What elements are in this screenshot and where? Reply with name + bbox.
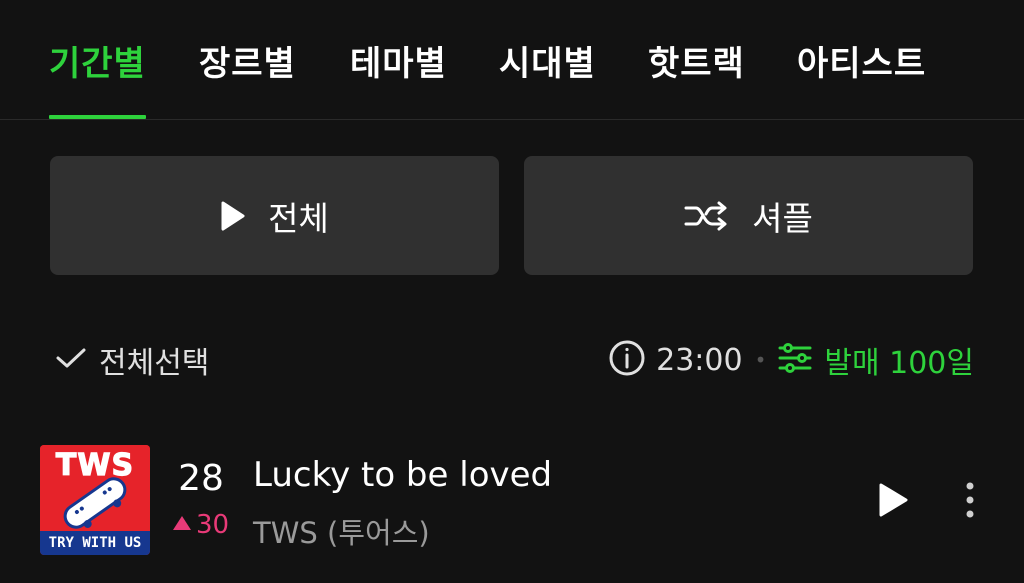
separator-dot: • bbox=[754, 348, 767, 372]
shuffle-icon bbox=[684, 201, 730, 231]
check-icon bbox=[55, 346, 87, 374]
album-art-caption: TRY WITH US bbox=[40, 531, 150, 555]
album-art[interactable]: TWS TRY WITH US bbox=[40, 445, 150, 555]
tab-era[interactable]: 시대별 bbox=[499, 36, 596, 85]
rank-change: 30 bbox=[171, 510, 229, 540]
album-art-graphic: TWS bbox=[40, 445, 150, 531]
more-vertical-icon bbox=[966, 482, 974, 518]
tab-artist[interactable]: 아티스트 bbox=[797, 36, 926, 85]
category-tab-bar: 기간별 장르별 테마별 시대별 핫트랙 아티스트 bbox=[0, 0, 1024, 120]
chart-rank: 28 bbox=[178, 458, 224, 499]
track-play-button[interactable] bbox=[872, 480, 912, 520]
release-filter-label: 발매 100일 bbox=[824, 346, 974, 381]
select-all-label: 전체선택 bbox=[99, 346, 210, 381]
update-time: 23:00 bbox=[656, 342, 743, 378]
tab-theme[interactable]: 테마별 bbox=[350, 36, 447, 85]
sliders-icon bbox=[778, 342, 812, 378]
select-all-toggle[interactable]: 전체선택 bbox=[55, 338, 209, 382]
tab-hot-track[interactable]: 핫트랙 bbox=[648, 36, 745, 85]
play-all-button[interactable]: 전체 bbox=[50, 156, 499, 275]
info-icon[interactable] bbox=[608, 339, 646, 381]
album-logo-text: TWS bbox=[56, 448, 134, 483]
track-row[interactable]: TWS TRY WITH US 28 30 Lucky to be loved … bbox=[0, 430, 1024, 570]
song-title[interactable]: Lucky to be loved bbox=[253, 455, 552, 495]
play-icon bbox=[879, 483, 908, 517]
play-icon bbox=[220, 200, 246, 232]
chart-meta: 23:00 • 발매 100일 bbox=[608, 338, 974, 382]
tab-period[interactable]: 기간별 bbox=[49, 36, 146, 85]
active-tab-indicator bbox=[49, 115, 146, 119]
triangle-up-icon bbox=[171, 514, 193, 536]
tab-genre[interactable]: 장르별 bbox=[199, 36, 296, 85]
rank-change-value: 30 bbox=[196, 510, 230, 540]
shuffle-label: 셔플 bbox=[752, 198, 813, 238]
play-all-label: 전체 bbox=[268, 198, 329, 238]
shuffle-button[interactable]: 셔플 bbox=[524, 156, 973, 275]
artist-name[interactable]: TWS (투어스) bbox=[253, 510, 430, 552]
release-filter-button[interactable]: 발매 100일 bbox=[778, 338, 974, 382]
track-more-button[interactable] bbox=[955, 480, 985, 520]
